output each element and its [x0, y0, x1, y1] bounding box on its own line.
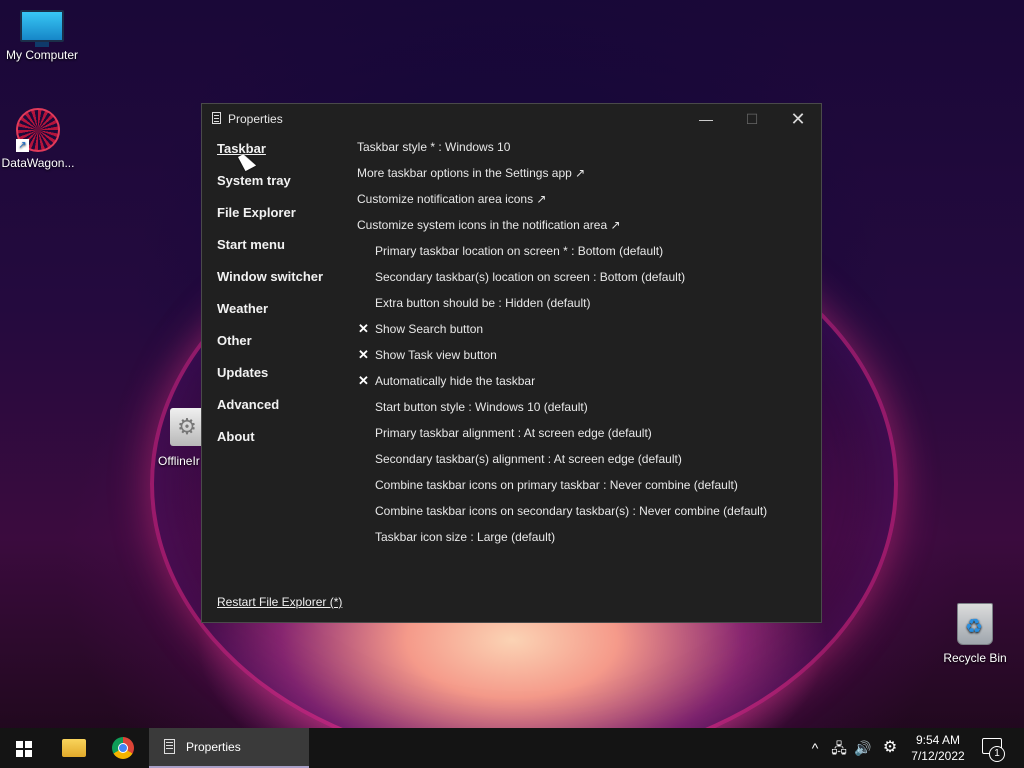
nav-item-system-tray[interactable]: System tray: [217, 173, 347, 205]
checkbox-show-search[interactable]: ✕ Show Search button: [357, 321, 817, 347]
offline-installer-icon[interactable]: ⚙: [170, 408, 204, 446]
desktop-icon-recycle-bin[interactable]: ♻ Recycle Bin: [933, 603, 1017, 665]
nav-item-about[interactable]: About: [217, 429, 347, 461]
restart-file-explorer-link[interactable]: Restart File Explorer (*): [217, 595, 342, 609]
sidebar-nav: Taskbar System tray File Explorer Start …: [217, 141, 347, 461]
setting-primary-location[interactable]: Primary taskbar location on screen * : B…: [357, 243, 817, 269]
maximize-button[interactable]: ☐: [729, 104, 775, 134]
nav-item-weather[interactable]: Weather: [217, 301, 347, 333]
shortcut-arrow-icon: ↗: [16, 139, 29, 152]
check-icon: ✕: [358, 373, 369, 388]
clock[interactable]: 9:54 AM 7/12/2022: [906, 732, 970, 764]
setting-combine-secondary[interactable]: Combine taskbar icons on secondary taskb…: [357, 503, 817, 529]
desktop-icon-label: OfflineIr: [158, 454, 200, 468]
checkbox-label: Automatically hide the taskbar: [375, 374, 536, 388]
taskbar: Properties ^ 🖧 🔊 ⚙ 9:54 AM 7/12/2022 1: [0, 728, 1024, 768]
checkbox-label: Show Search button: [375, 322, 484, 336]
chrome-icon: [112, 737, 134, 759]
taskbar-file-explorer[interactable]: [50, 728, 98, 768]
link-notification-area-icons[interactable]: Customize notification area icons ↗: [357, 191, 817, 217]
setting-combine-primary[interactable]: Combine taskbar icons on primary taskbar…: [357, 477, 817, 503]
taskbar-chrome[interactable]: [99, 728, 147, 768]
setting-primary-alignment[interactable]: Primary taskbar alignment : At screen ed…: [357, 425, 817, 451]
link-system-icons[interactable]: Customize system icons in the notificati…: [357, 217, 817, 243]
setting-icon-size[interactable]: Taskbar icon size : Large (default): [357, 529, 817, 555]
checkbox-auto-hide[interactable]: ✕ Automatically hide the taskbar: [357, 373, 817, 399]
properties-app-icon: [164, 739, 175, 754]
show-hidden-icons-chevron-icon[interactable]: ^: [806, 728, 824, 768]
volume-icon[interactable]: 🔊: [853, 728, 873, 768]
notification-count-badge: 1: [989, 746, 1005, 762]
setting-secondary-alignment[interactable]: Secondary taskbar(s) alignment : At scre…: [357, 451, 817, 477]
recycle-bin-icon: ♻: [956, 603, 994, 647]
clock-date: 7/12/2022: [911, 749, 965, 763]
properties-window: Properties — ☐ ✕ Taskbar System tray Fil…: [201, 103, 822, 623]
computer-icon: [20, 10, 64, 47]
desktop-icon-label: My Computer: [5, 48, 79, 62]
start-button[interactable]: [0, 728, 48, 768]
close-button[interactable]: ✕: [775, 104, 821, 134]
gear-icon[interactable]: ⚙: [879, 728, 901, 768]
settings-list: Taskbar style * : Windows 10 More taskba…: [357, 139, 817, 555]
check-icon: ✕: [358, 321, 369, 336]
taskbar-app-label: Properties: [186, 740, 241, 754]
nav-item-other[interactable]: Other: [217, 333, 347, 365]
nav-item-updates[interactable]: Updates: [217, 365, 347, 397]
nav-item-advanced[interactable]: Advanced: [217, 397, 347, 429]
minimize-button[interactable]: —: [683, 104, 729, 134]
link-settings-app[interactable]: More taskbar options in the Settings app…: [357, 165, 817, 191]
setting-taskbar-style[interactable]: Taskbar style * : Windows 10: [357, 139, 817, 165]
desktop-icon-label: DataWagon...: [1, 156, 75, 170]
desktop-icon-datawagon[interactable]: ↗ DataWagon...: [0, 108, 80, 170]
desktop-icon-my-computer[interactable]: My Computer: [0, 10, 84, 62]
windows-logo-icon: [16, 741, 32, 757]
network-icon[interactable]: 🖧: [828, 728, 850, 768]
setting-start-button-style[interactable]: Start button style : Windows 10 (default…: [357, 399, 817, 425]
check-icon: ✕: [358, 347, 369, 362]
setting-secondary-location[interactable]: Secondary taskbar(s) location on screen …: [357, 269, 817, 295]
taskbar-properties[interactable]: Properties: [149, 728, 309, 768]
nav-item-window-switcher[interactable]: Window switcher: [217, 269, 347, 301]
datawagon-icon: ↗: [16, 108, 60, 152]
window-title: Properties: [228, 112, 283, 126]
checkbox-label: Show Task view button: [375, 348, 497, 362]
title-bar[interactable]: Properties — ☐ ✕: [202, 104, 821, 134]
properties-app-icon: [212, 112, 221, 124]
nav-item-taskbar[interactable]: Taskbar: [217, 141, 347, 173]
clock-time: 9:54 AM: [915, 733, 961, 747]
nav-item-file-explorer[interactable]: File Explorer: [217, 205, 347, 237]
nav-item-start-menu[interactable]: Start menu: [217, 237, 347, 269]
desktop-icon-label: Recycle Bin: [943, 651, 1007, 665]
checkbox-show-task-view[interactable]: ✕ Show Task view button: [357, 347, 817, 373]
setting-extra-button[interactable]: Extra button should be : Hidden (default…: [357, 295, 817, 321]
folder-icon: [62, 739, 86, 757]
